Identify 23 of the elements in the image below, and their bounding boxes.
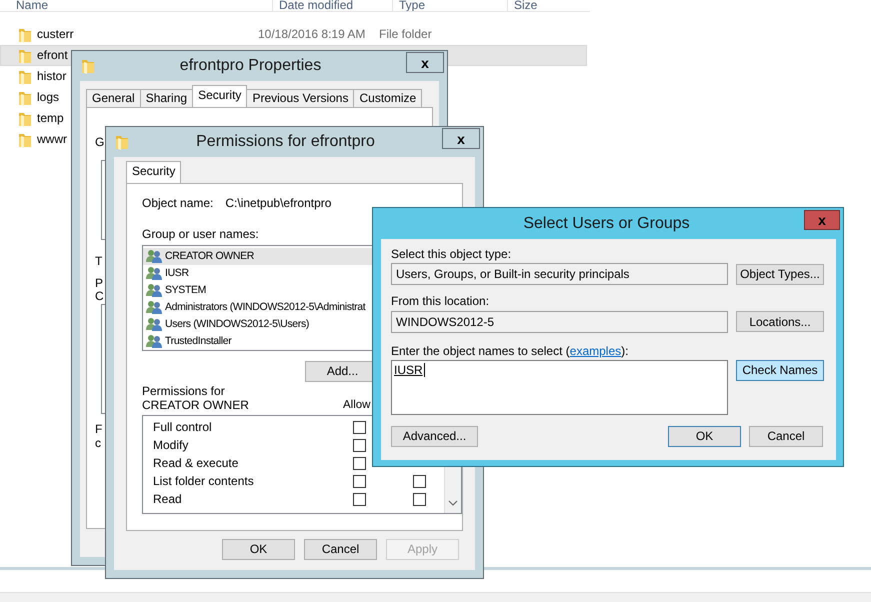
window-title: Select Users or Groups <box>522 214 691 234</box>
permission-name: Read & execute <box>153 456 240 471</box>
label-text: T <box>95 254 102 268</box>
label-text: G <box>95 135 104 150</box>
field-label: Object name: <box>142 196 214 210</box>
permission-name: Modify <box>153 438 190 453</box>
label-text: F <box>95 422 102 436</box>
permission-name: Full control <box>153 420 213 435</box>
label-text: c <box>95 436 101 450</box>
column-header: Allow <box>343 398 370 413</box>
permission-name: Read <box>153 492 183 507</box>
object-type-field: Users, Groups, or Built-in security principals <box>391 263 728 286</box>
field-label: Group or user names: <box>142 227 260 242</box>
label-text: C <box>95 289 104 304</box>
date-modified: 10/18/2016 8:19 AM <box>258 27 366 42</box>
object-path: C:\inetpub\efrontpro <box>225 196 332 210</box>
window-title: efrontpro Properties <box>178 56 322 76</box>
window-title: Permissions for efrontpro <box>195 132 376 152</box>
label-text: P <box>95 276 104 290</box>
section-label: Permissions for CREATOR OWNER <box>142 384 250 413</box>
permission-name: List folder contents <box>153 474 255 489</box>
file-type: File folder <box>379 27 432 42</box>
location-field: WINDOWS2012-5 <box>391 310 728 333</box>
